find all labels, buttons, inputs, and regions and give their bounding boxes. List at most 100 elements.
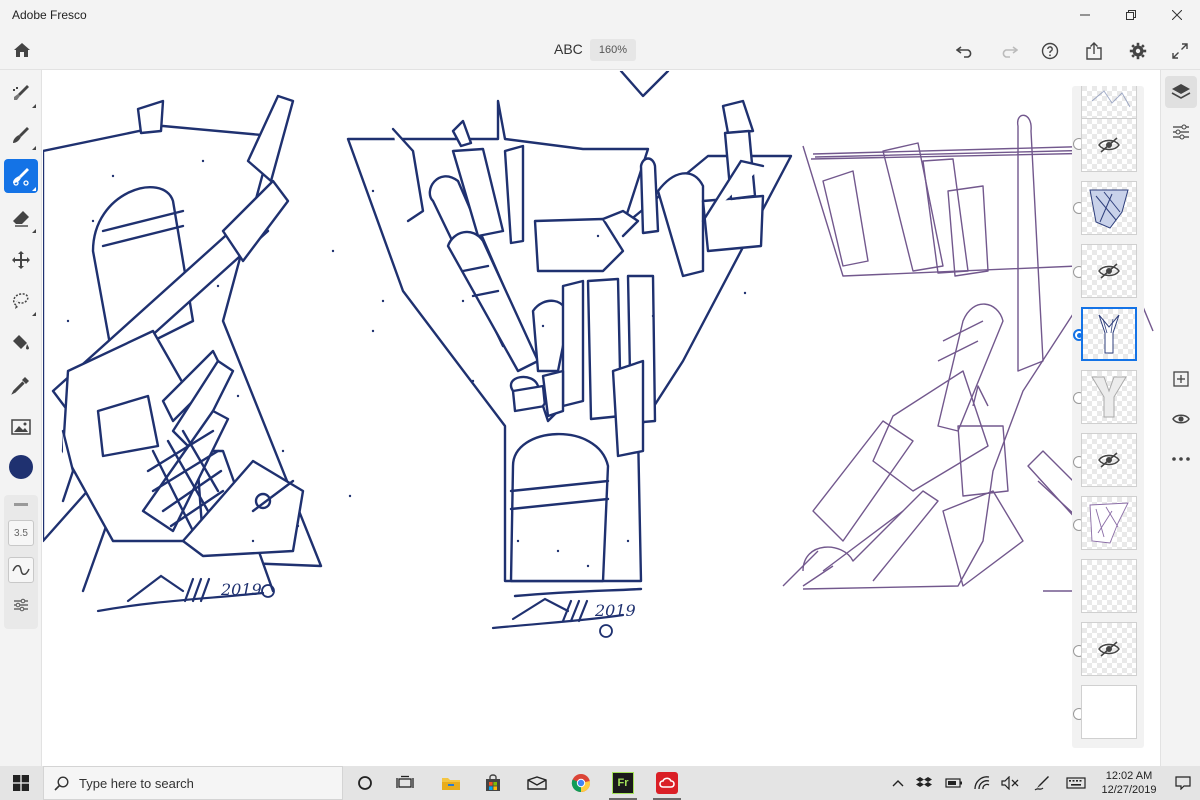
fresco-taskbar-button[interactable]: Fr xyxy=(604,766,642,800)
layers-panel-button[interactable] xyxy=(1165,76,1197,108)
touch-keyboard-button[interactable] xyxy=(1064,766,1088,800)
help-button[interactable] xyxy=(1037,38,1063,64)
keyboard-icon xyxy=(1066,777,1086,789)
fill-tool[interactable] xyxy=(4,326,38,360)
close-button[interactable] xyxy=(1154,0,1200,30)
zoom-level[interactable]: 160% xyxy=(590,39,636,61)
add-layer-button[interactable] xyxy=(1165,363,1197,395)
layer-thumbnail[interactable] xyxy=(1081,559,1137,613)
windows-taskbar: Type here to search Fr 12:02 AM 12/27/20… xyxy=(0,766,1200,800)
redo-button[interactable] xyxy=(996,38,1022,64)
mail-button[interactable] xyxy=(518,766,556,800)
search-icon xyxy=(54,775,69,791)
dropbox-icon xyxy=(916,777,932,787)
fullscreen-button[interactable] xyxy=(1167,38,1193,64)
live-brush-tool[interactable] xyxy=(4,118,38,152)
layers-panel xyxy=(1072,86,1144,748)
lasso-icon xyxy=(12,293,29,309)
vector-brush-tool[interactable] xyxy=(4,159,38,193)
color-picker-swatch[interactable] xyxy=(9,455,33,479)
search-placeholder: Type here to search xyxy=(79,775,194,791)
pen-workspace-icon xyxy=(1034,776,1049,791)
chrome-button[interactable] xyxy=(562,766,600,800)
expand-icon xyxy=(1172,43,1188,59)
move-icon xyxy=(12,251,30,269)
hidden-eye-icon xyxy=(1098,263,1120,279)
layer-thumbnail[interactable] xyxy=(1081,118,1137,172)
pixel-brush-tool[interactable] xyxy=(4,76,38,110)
volume-muted-icon xyxy=(1001,776,1019,790)
cortana-icon xyxy=(358,776,372,790)
wifi-icon xyxy=(974,776,990,790)
eye-icon xyxy=(1172,414,1190,424)
smoothing-button[interactable] xyxy=(8,557,34,583)
layer-thumbnail[interactable] xyxy=(1081,433,1137,487)
eyedropper-tool[interactable] xyxy=(4,368,38,402)
undo-button[interactable] xyxy=(952,38,978,64)
move-transform-tool[interactable] xyxy=(4,243,38,277)
place-image-tool[interactable] xyxy=(4,410,38,444)
visibility-toggle-button[interactable] xyxy=(1165,403,1197,435)
image-icon xyxy=(11,419,31,435)
selection-tool[interactable] xyxy=(4,284,38,318)
restore-icon xyxy=(1126,10,1136,20)
hidden-eye-icon xyxy=(1098,137,1120,153)
layer-thumbnail[interactable] xyxy=(1081,370,1137,424)
document-title[interactable]: ABC xyxy=(554,41,583,57)
vector-brush-icon xyxy=(13,168,29,186)
pen-tray-button[interactable] xyxy=(1030,766,1054,800)
home-button[interactable] xyxy=(8,36,36,64)
notification-icon xyxy=(1175,776,1191,790)
battery-tray-button[interactable] xyxy=(942,766,966,800)
signature-middle-year: 2019 xyxy=(594,601,636,620)
fresco-app-icon: Fr xyxy=(612,772,634,794)
folder-icon xyxy=(442,778,460,790)
eraser-tool[interactable] xyxy=(4,201,38,235)
cortana-button[interactable] xyxy=(346,766,384,800)
start-button[interactable] xyxy=(0,766,42,800)
layer-thumbnail[interactable] xyxy=(1081,244,1137,298)
brush-size-slider[interactable] xyxy=(14,503,28,506)
task-view-button[interactable] xyxy=(386,766,424,800)
wifi-tray-button[interactable] xyxy=(970,766,994,800)
clock-date: 12/27/2019 xyxy=(1101,784,1157,796)
system-clock[interactable]: 12:02 AM 12/27/2019 xyxy=(1094,769,1164,797)
background-layer-thumbnail[interactable] xyxy=(1081,685,1137,739)
tray-overflow-button[interactable] xyxy=(886,766,910,800)
drawing-canvas[interactable]: 2019 2019 xyxy=(43,71,1159,766)
layer-thumbnail-selected[interactable] xyxy=(1081,307,1137,361)
windows-logo-icon xyxy=(13,775,29,791)
taskbar-search-box[interactable]: Type here to search xyxy=(43,766,343,800)
hidden-eye-icon xyxy=(1098,452,1120,468)
fresco-icon-label: Fr xyxy=(617,777,629,789)
more-actions-button[interactable] xyxy=(1165,443,1197,475)
store-button[interactable] xyxy=(474,766,512,800)
volume-tray-button[interactable] xyxy=(998,766,1022,800)
letter-y-artwork xyxy=(346,71,793,598)
more-icon xyxy=(1172,457,1190,461)
home-icon xyxy=(14,43,30,57)
layer-properties-button[interactable] xyxy=(1165,116,1197,148)
layer-thumbnail[interactable] xyxy=(1081,622,1137,676)
creative-cloud-button[interactable] xyxy=(648,766,686,800)
hidden-eye-icon xyxy=(1098,641,1120,657)
store-bag-icon xyxy=(486,774,500,791)
live-brush-icon xyxy=(13,127,29,143)
brush-settings-button[interactable] xyxy=(11,595,31,615)
letter-x-artwork xyxy=(43,94,323,593)
restore-button[interactable] xyxy=(1108,0,1154,30)
layer-thumbnail[interactable] xyxy=(1081,181,1137,235)
settings-button[interactable] xyxy=(1125,38,1151,64)
file-explorer-button[interactable] xyxy=(432,766,470,800)
layer-thumbnail[interactable] xyxy=(1081,496,1137,550)
brush-size-field[interactable]: 3.5 xyxy=(8,520,34,546)
minimize-button[interactable] xyxy=(1062,0,1108,30)
title-bar: Adobe Fresco xyxy=(0,0,1200,30)
layers-icon xyxy=(1171,84,1191,99)
artwork: 2019 2019 xyxy=(43,71,1154,638)
action-center-button[interactable] xyxy=(1168,766,1198,800)
share-button[interactable] xyxy=(1081,38,1107,64)
dropbox-tray-button[interactable] xyxy=(912,766,936,800)
smoothing-icon xyxy=(12,565,30,575)
share-icon xyxy=(1086,42,1102,60)
